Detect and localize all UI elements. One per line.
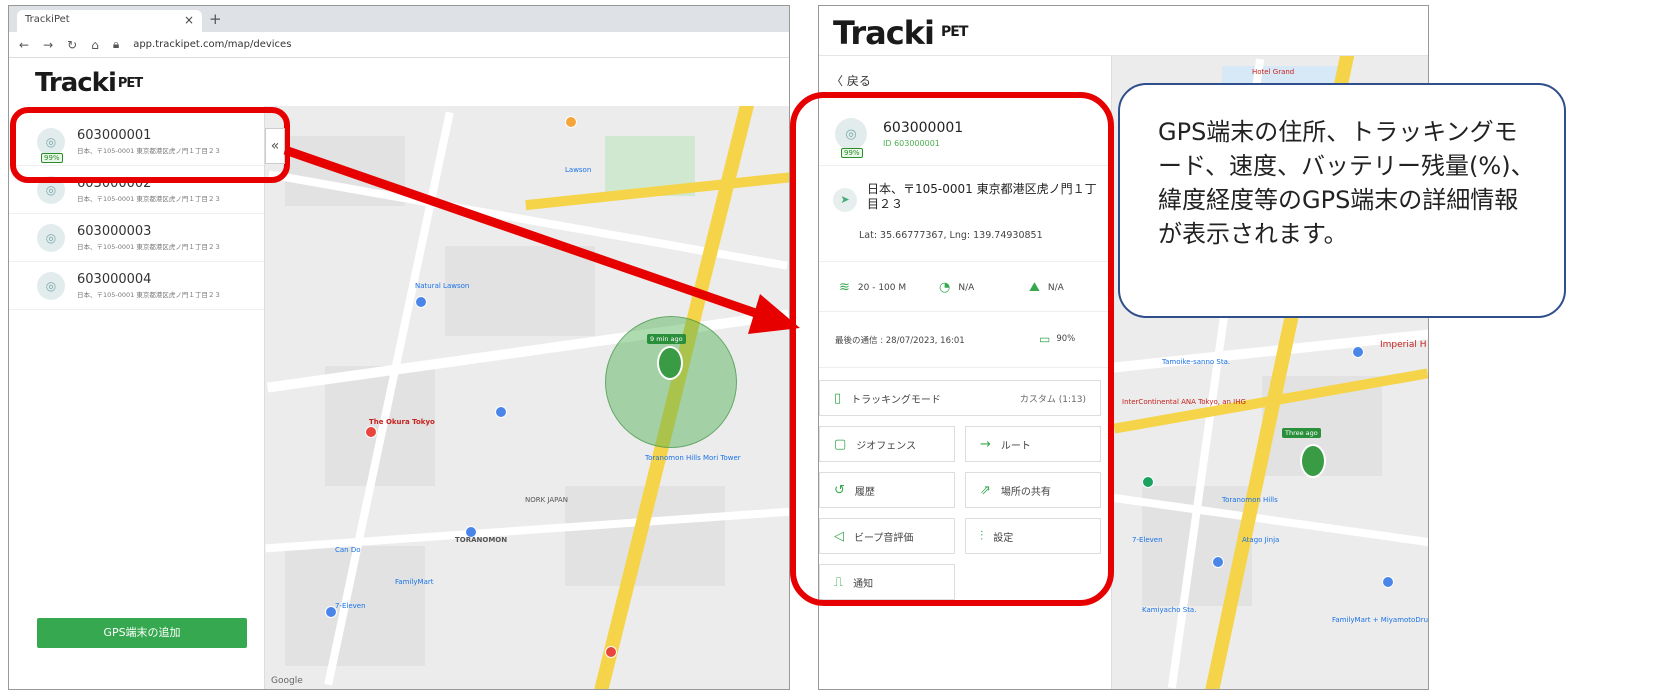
lock-icon: 🔒︎ [112, 37, 120, 51]
lat-lng: Lat: 35.66777367, Lng: 139.74930851 [859, 230, 1043, 241]
device-address: 日本、〒105-0001 東京都港区虎ノ門１丁目２３ [77, 291, 221, 299]
chevron-left-icon: 〈 [831, 74, 847, 88]
device-stats: ≋ 20 - 100 M ◔ N/A ⛰︎ N/A [819, 262, 1112, 312]
device-address: 日本、〒105-0001 東京都港区虎ノ門１丁目２３ [77, 195, 221, 203]
add-gps-device-button[interactable]: GPS端末の追加 [37, 618, 247, 648]
reload-icon[interactable]: ↻ [67, 38, 77, 52]
map-label: Hotel Grand [1252, 68, 1295, 76]
device-address-section: ➤ 日本、〒105-0001 東京都港区虎ノ門１丁目２３ Lat: 35.667… [819, 166, 1112, 262]
map-label: Atago Jinja [1242, 536, 1280, 544]
callout-text: GPS端末の住所、トラッキングモード、速度、バッテリー残量(%)、緯度経度等のG… [1158, 118, 1535, 248]
history-button[interactable]: ↺ 履歴 [819, 472, 955, 508]
device-avatar: ◎ [37, 223, 65, 252]
device-name: 603000004 [77, 272, 152, 287]
url-field[interactable]: app.trackipet.com/map/devices [133, 39, 291, 50]
arrow-right-icon: → [980, 436, 991, 452]
browser-tabbar: TrackiPet × + [9, 6, 789, 32]
map-label: FamilyMart + MiyamotoDrug [1332, 616, 1429, 624]
tracking-mode-value: カスタム (1:13) [1019, 394, 1086, 405]
device-name: 603000001 [883, 120, 964, 136]
map-label: NORK JAPAN [525, 496, 568, 504]
geofence-icon: ▢ [834, 436, 847, 452]
google-logo: Google [271, 676, 303, 686]
map-label: 7-Eleven [1132, 536, 1163, 544]
device-avatar: ◎ [37, 271, 65, 300]
last-report: 最後の通信 : 28/07/2023, 16:01 [835, 336, 965, 346]
forward-arrow-icon[interactable]: → [43, 38, 53, 52]
route-button[interactable]: → ルート [965, 426, 1101, 462]
device-time-tag: Three ago [1282, 428, 1321, 438]
device-name: 603000003 [77, 224, 152, 239]
map-label: Imperial H [1380, 340, 1427, 350]
device-name: 603000001 [77, 128, 152, 143]
altitude-icon: ⛰︎ [1029, 280, 1040, 295]
device-list-item[interactable]: ◎ 603000003 日本、〒105-0001 東京都港区虎ノ門１丁目２３ [9, 214, 264, 262]
device-avatar: ◎ [37, 175, 65, 204]
map-label: Tamoike-sanno Sta. [1162, 358, 1231, 366]
speed-value: N/A [958, 282, 975, 293]
map-label: InterContinental ANA Tokyo, an IHG [1122, 398, 1246, 406]
map-label: TORANOMON [455, 536, 508, 544]
chevrons-left-icon[interactable]: « [265, 128, 285, 164]
back-arrow-icon[interactable]: ← [19, 38, 29, 52]
close-tab-icon[interactable]: × [184, 13, 194, 27]
device-list-item[interactable]: ◎ 603000004 日本、〒105-0001 東京都港区虎ノ門１丁目２３ [9, 262, 264, 310]
altitude-value: N/A [1047, 282, 1064, 293]
battery-icon: ▭ [1039, 332, 1051, 346]
share-icon: ⇗ [980, 482, 991, 498]
callout-box: GPS端末の住所、トラッキングモード、速度、バッテリー残量(%)、緯度経度等のG… [1118, 83, 1566, 318]
map-label: 7-Eleven [335, 602, 366, 610]
device-avatar: ◎ 99% [37, 127, 65, 163]
notifications-button[interactable]: ⎍ 通知 [819, 564, 955, 600]
back-button[interactable]: 〈 戻る [831, 72, 871, 89]
tracking-mode-button[interactable]: ▯ トラッキングモード カスタム (1:13) [819, 380, 1101, 416]
device-sidebar: ◎ 99% 603000001 日本、〒105-0001 東京都港区虎ノ門１丁目２３… [9, 106, 265, 689]
address-bar: ← → ↻ ⌂ 🔒︎ app.trackipet.com/map/devices [9, 32, 789, 58]
map-label: Kamiyacho Sta. [1142, 606, 1197, 614]
device-avatar: ◎ 99% [835, 118, 867, 158]
settings-button[interactable]: ⫶ 設定 [965, 518, 1101, 554]
bell-icon: ⎍ [834, 574, 844, 590]
map-label: Natural Lawson [415, 282, 470, 290]
app-logo: Tracki PET [819, 6, 1428, 56]
device-name: 603000002 [77, 176, 152, 191]
device-map-pin[interactable] [657, 346, 683, 380]
device-list-item[interactable]: ◎ 99% 603000001 日本、〒105-0001 東京都港区虎ノ門１丁目２３ [9, 118, 264, 166]
map-label: Toranomon Hills [1222, 496, 1278, 504]
beep-button[interactable]: ◁ ビープ音評価 [819, 518, 955, 554]
map-label: Toranomon Hills Mori Tower [645, 454, 741, 462]
device-address: 日本、〒105-0001 東京都港区虎ノ門１丁目２３ [77, 243, 221, 251]
left-screenshot: TrackiPet × + ← → ↻ ⌂ 🔒︎ app.trackipet.c… [8, 5, 790, 690]
map-label: Lawson [565, 166, 592, 174]
last-report-row: 最後の通信 : 28/07/2023, 16:01 ▭ 90% [819, 312, 1112, 368]
home-icon[interactable]: ⌂ [91, 38, 99, 52]
device-map-pin[interactable] [1300, 444, 1326, 478]
device-address: 日本、〒105-0001 東京都港区虎ノ門１丁目２３ [867, 182, 1097, 211]
geofence-tag: 9 min ago [647, 334, 686, 344]
speedometer-icon: ◔ [939, 280, 951, 295]
browser-tab[interactable]: TrackiPet × [17, 10, 202, 32]
map-label: The Okura Tokyo [369, 418, 435, 426]
device-detail-panel: 〈 戻る ◎ 99% 603000001 ID 603000001 ➤ 日本、〒1… [819, 56, 1112, 689]
speaker-icon: ◁ [834, 528, 844, 544]
sliders-icon: ⫶ [980, 528, 984, 544]
new-tab-icon[interactable]: + [209, 10, 222, 28]
device-icon: ▯ [834, 390, 842, 406]
navigation-icon: ➤ [833, 188, 857, 212]
history-icon: ↺ [834, 482, 845, 498]
wifi-icon: ≋ [839, 280, 850, 295]
tab-title: TrackiPet [25, 14, 70, 25]
device-header: ◎ 99% 603000001 ID 603000001 [819, 106, 1112, 166]
map-label: Can Do [335, 546, 361, 554]
geofence-button[interactable]: ▢ ジオフェンス [819, 426, 955, 462]
map-label: FamilyMart [395, 578, 434, 586]
app-logo: Tracki PET [35, 68, 143, 98]
share-location-button[interactable]: ⇗ 場所の共有 [965, 472, 1101, 508]
device-list-item[interactable]: ◎ 603000002 日本、〒105-0001 東京都港区虎ノ門１丁目２３ [9, 166, 264, 214]
device-address: 日本、〒105-0001 東京都港区虎ノ門１丁目２３ [77, 147, 221, 155]
device-id: ID 603000001 [883, 139, 940, 148]
map-view[interactable]: 9 min ago Natural Lawson The Okura Tokyo… [265, 106, 789, 689]
battery-value: 90% [1056, 334, 1076, 344]
signal-value: 20 - 100 M [857, 282, 907, 293]
